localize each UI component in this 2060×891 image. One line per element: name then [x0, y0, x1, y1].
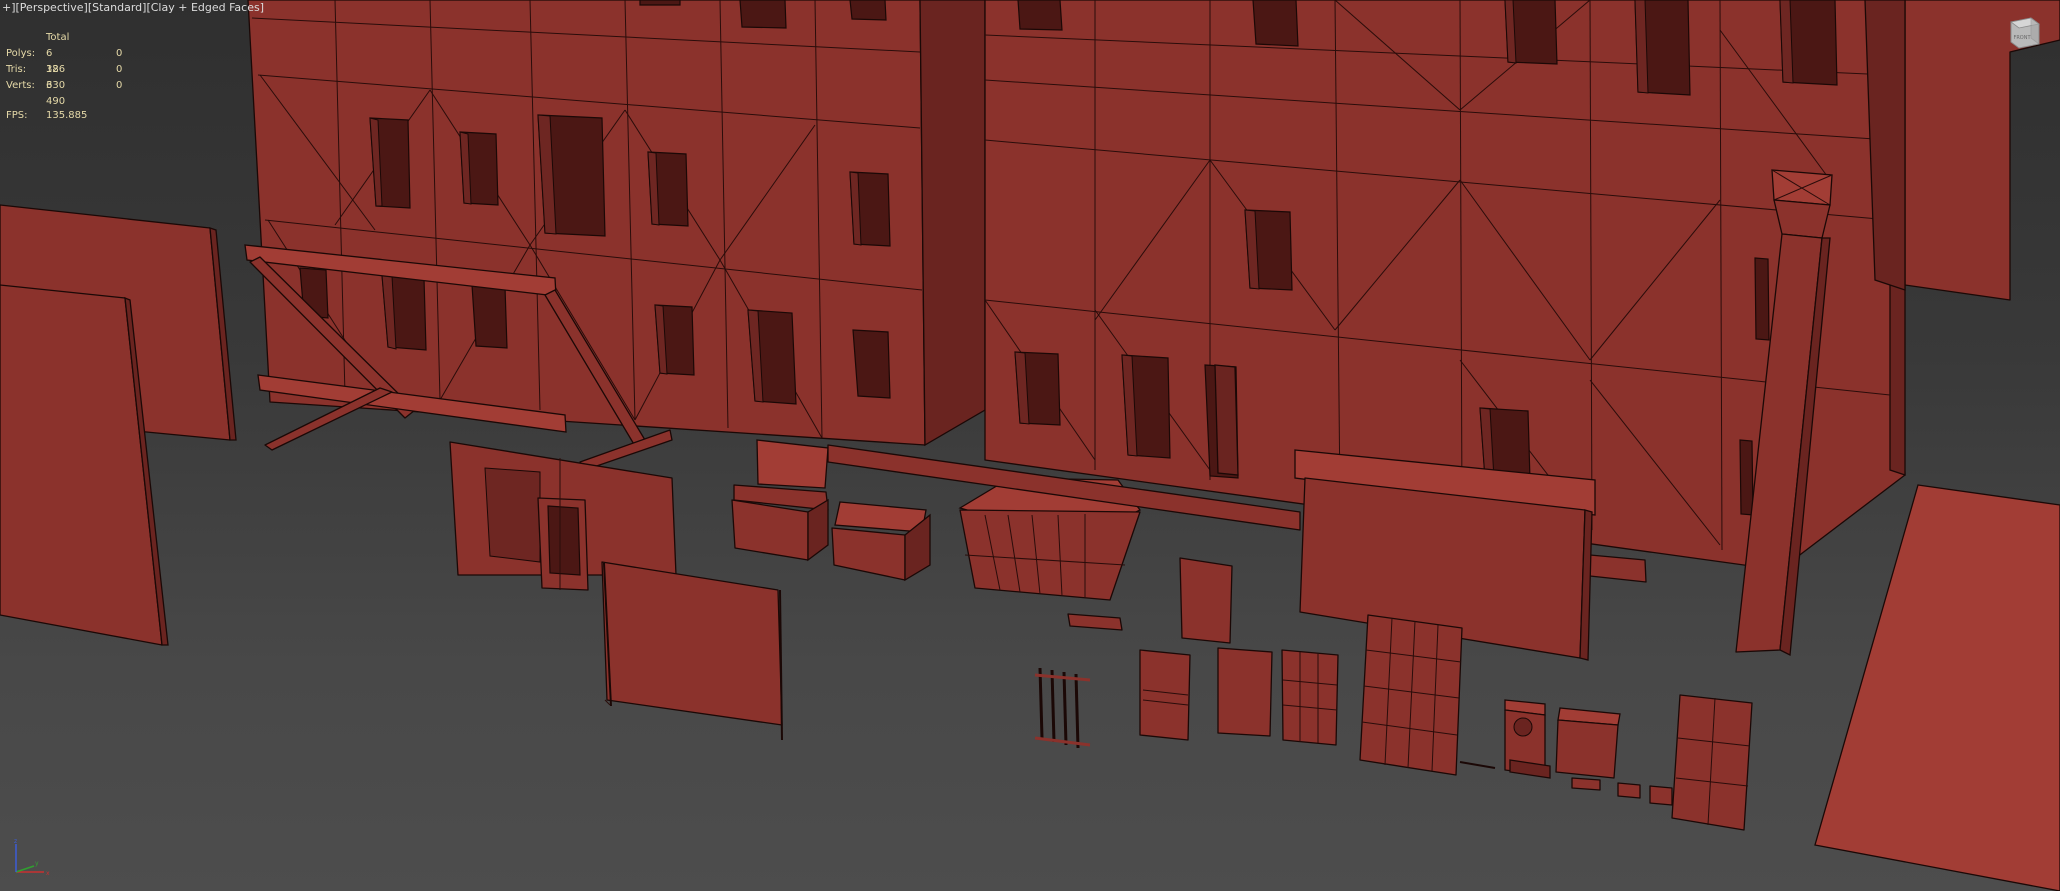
- viewport-bracket-4: ]: [259, 1, 265, 14]
- stats-row-label: Verts:: [6, 80, 35, 91]
- perspective-viewport-scene[interactable]: [0, 0, 2060, 891]
- utility-boxes-mesh[interactable]: [1459, 699, 1673, 806]
- stats-row-total: 6 490: [46, 80, 66, 107]
- stats-row-label: Tris:: [6, 64, 27, 75]
- viewport-plus-menu[interactable]: +: [2, 1, 11, 14]
- viewport-shading-preset-menu[interactable]: [Standard: [88, 1, 142, 14]
- gate-bars-mesh[interactable]: [1034, 667, 1091, 749]
- window-frame-mesh[interactable]: [1139, 647, 1273, 741]
- axis-tripod-icon: x y z: [14, 838, 50, 877]
- stats-row-label: Polys:: [6, 48, 36, 59]
- viewport-display-mode-menu[interactable]: [Clay + Edged Faces: [146, 1, 259, 14]
- fps-label: FPS:: [6, 110, 28, 121]
- stats-row-selected: 0: [116, 48, 123, 59]
- left-building-mesh[interactable]: [247, 0, 986, 447]
- grid-window-mesh[interactable]: [1281, 649, 1339, 746]
- stats-row-selected: 0: [116, 64, 123, 75]
- viewcube-face-label: FRONT: [2013, 35, 2031, 41]
- axis-y-label: y: [35, 860, 39, 867]
- crate-closed-mesh[interactable]: [831, 501, 931, 582]
- billboard-mesh[interactable]: [601, 561, 783, 741]
- viewport-label-menu[interactable]: +][Perspective][Standard][Clay + Edged F…: [2, 1, 264, 14]
- large-grid-window-mesh[interactable]: [1359, 614, 1463, 776]
- double-door-frame-mesh[interactable]: [1671, 694, 1753, 831]
- axis-x-label: x: [46, 870, 50, 877]
- stats-row-selected: 0: [116, 80, 123, 91]
- fps-value: 135.885: [46, 110, 88, 121]
- viewport-view-menu[interactable]: [Perspective: [16, 1, 84, 14]
- ground-plane-mesh[interactable]: [1814, 484, 2060, 891]
- stats-total-label: Total: [46, 32, 70, 43]
- crate-open-mesh[interactable]: [731, 439, 829, 562]
- axis-z-label: z: [14, 838, 17, 845]
- viewcube-icon[interactable]: FRONT: [2005, 14, 2043, 52]
